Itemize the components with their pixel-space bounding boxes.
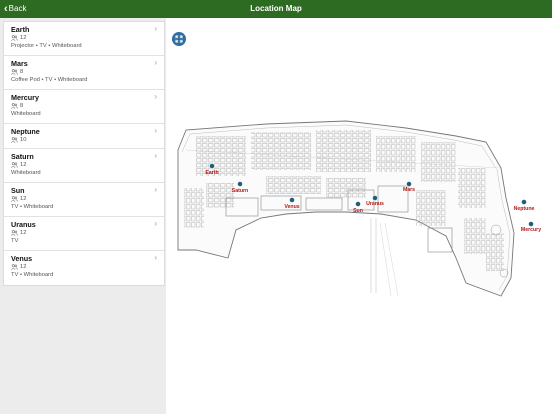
map-pin-label: Mercury <box>521 227 541 233</box>
room-name: Venus <box>11 254 33 263</box>
map-pin-label: Neptune <box>514 206 535 212</box>
map-pin-icon <box>209 163 215 169</box>
room-row-saturn[interactable]: Saturn 12 Whiteboard › <box>4 149 164 183</box>
chevron-right-icon: › <box>154 92 157 101</box>
room-features: TV • Whiteboard <box>11 272 54 278</box>
room-capacity: 8 <box>20 103 24 109</box>
people-icon <box>11 196 18 202</box>
map-pin-label: Uranus <box>366 201 384 207</box>
room-capacity: 12 <box>20 162 27 168</box>
map-pin-mercury[interactable]: Mercury <box>521 221 541 233</box>
chevron-right-icon: › <box>154 126 157 135</box>
map-pin-neptune[interactable]: Neptune <box>514 199 535 212</box>
room-capacity: 12 <box>20 230 27 236</box>
map-pin-icon <box>406 181 412 187</box>
room-name: Saturn <box>11 152 34 161</box>
expand-icon <box>175 35 183 43</box>
room-row-venus[interactable]: Venus 12 TV • Whiteboard › <box>4 251 164 285</box>
floor-map[interactable]: Earth Saturn Venus Sun Uranus Mars Neptu… <box>166 18 552 414</box>
chevron-right-icon: › <box>154 253 157 262</box>
room-capacity: 8 <box>20 69 24 75</box>
room-name: Mars <box>11 59 28 68</box>
room-features: Whiteboard <box>11 111 41 117</box>
map-pin-label: Earth <box>205 170 218 176</box>
room-capacity: 10 <box>20 137 27 143</box>
room-name: Mercury <box>11 93 39 102</box>
room-row-mars[interactable]: Mars 8 Coffee Pod • TV • Whiteboard › <box>4 56 164 90</box>
people-icon <box>11 35 18 41</box>
people-icon <box>11 230 18 236</box>
room-features: TV <box>11 238 19 244</box>
room-name: Uranus <box>11 220 36 229</box>
room-capacity: 12 <box>20 35 27 41</box>
chevron-right-icon: › <box>154 185 157 194</box>
chevron-right-icon: › <box>154 24 157 33</box>
room-row-mercury[interactable]: Mercury 8 Whiteboard › <box>4 90 164 124</box>
room-sidebar: Earth 12 Projector • TV • Whiteboard › M… <box>0 18 166 414</box>
map-pin-icon <box>528 221 534 227</box>
page-title: Location Map <box>250 4 302 13</box>
map-pin-label: Mars <box>403 187 415 193</box>
people-icon <box>11 162 18 168</box>
map-pin-icon <box>372 195 378 201</box>
navigation-bar: ‹ Back Location Map <box>0 0 552 18</box>
map-pin-icon <box>355 201 361 207</box>
room-name: Neptune <box>11 127 40 136</box>
chevron-right-icon: › <box>154 219 157 228</box>
chevron-right-icon: › <box>154 151 157 160</box>
people-icon <box>11 69 18 75</box>
room-capacity: 12 <box>20 264 27 270</box>
fullscreen-button[interactable] <box>172 32 186 46</box>
chevron-right-icon: › <box>154 58 157 67</box>
people-icon <box>11 103 18 109</box>
room-capacity: 12 <box>20 196 27 202</box>
map-pin-icon <box>521 199 527 205</box>
map-pin-label: Sun <box>353 208 363 214</box>
map-pin-icon <box>289 197 295 203</box>
people-icon <box>11 137 18 143</box>
room-features: TV • Whiteboard <box>11 204 54 210</box>
room-row-uranus[interactable]: Uranus 12 TV › <box>4 217 164 251</box>
map-pin-icon <box>237 181 243 187</box>
room-name: Sun <box>11 186 25 195</box>
map-pin-label: Venus <box>284 204 299 210</box>
room-row-sun[interactable]: Sun 12 TV • Whiteboard › <box>4 183 164 217</box>
room-name: Earth <box>11 25 30 34</box>
room-list: Earth 12 Projector • TV • Whiteboard › M… <box>3 21 165 286</box>
map-pin-label: Saturn <box>232 188 248 194</box>
room-row-neptune[interactable]: Neptune 10 › <box>4 124 164 149</box>
room-features: Projector • TV • Whiteboard <box>11 43 82 49</box>
people-icon <box>11 264 18 270</box>
room-features: Coffee Pod • TV • Whiteboard <box>11 77 88 83</box>
room-features: Whiteboard <box>11 170 41 176</box>
floor-plan: Earth Saturn Venus Sun Uranus Mars Neptu… <box>177 120 541 297</box>
room-row-earth[interactable]: Earth 12 Projector • TV • Whiteboard › <box>4 22 164 56</box>
